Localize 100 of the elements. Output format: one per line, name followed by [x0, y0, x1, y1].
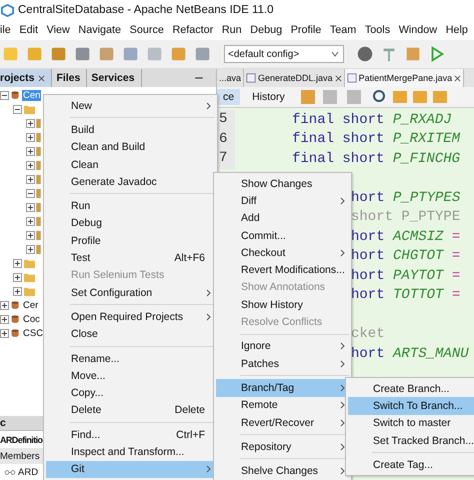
menu-item[interactable]: Revert Modifications... [216, 261, 349, 279]
menu-item[interactable]: Remote [216, 396, 349, 414]
menu-item[interactable]: Close [46, 326, 215, 343]
expand-icon[interactable] [26, 244, 35, 254]
menu-item[interactable]: Clean and Build [46, 138, 215, 156]
config-dropdown[interactable]: <default config> [224, 45, 344, 63]
code-line: final short P_RXITEM [292, 131, 460, 148]
chevron-right-icon [206, 288, 211, 297]
menu-item[interactable]: Inspect and Transform... [46, 443, 215, 461]
expand-icon[interactable] [13, 258, 22, 268]
menu-item[interactable]: Create Branch... [348, 380, 474, 398]
menu-item[interactable]: Set Tracked Branch... [348, 432, 474, 450]
menu-item[interactable]: Show Changes [216, 175, 349, 192]
chevron-right-icon [340, 384, 345, 392]
minimize-icon[interactable] [194, 75, 204, 81]
expand-icon[interactable] [26, 146, 35, 156]
menu-item[interactable]: Commit... [216, 226, 349, 244]
expand-icon[interactable] [0, 300, 9, 310]
expand-icon[interactable] [13, 286, 22, 296]
expand-icon[interactable] [26, 216, 35, 226]
project-name[interactable]: Coc [22, 314, 41, 324]
menu-item[interactable]: Checkout [216, 244, 349, 262]
panel-tab[interactable]: Services [87, 69, 142, 87]
expand-icon[interactable] [26, 202, 35, 212]
expand-icon[interactable] [0, 314, 9, 324]
chevron-right-icon [340, 467, 345, 476]
close-icon[interactable] [38, 74, 46, 82]
expand-icon[interactable] [26, 160, 35, 170]
view-tab[interactable]: History [246, 89, 291, 105]
project-name[interactable]: CSC [22, 328, 44, 338]
expand-icon[interactable] [0, 328, 9, 338]
menu-item[interactable]: Open Required Projects [46, 308, 215, 326]
expand-icon[interactable] [26, 132, 35, 142]
menu-bar-item[interactable]: View [46, 24, 70, 36]
expand-icon[interactable] [26, 118, 35, 128]
menu-item[interactable]: Test Alt+F6 [46, 249, 215, 267]
menu-bar-item[interactable]: Profile [290, 24, 322, 36]
menu-bar-item[interactable]: Source [130, 24, 164, 36]
menu-item[interactable]: Diff [216, 192, 349, 210]
menu-item[interactable]: Add [216, 210, 349, 227]
menu-item[interactable]: Profile [46, 232, 215, 250]
member-name[interactable]: ARD [18, 466, 38, 478]
chevron-right-icon [340, 342, 345, 350]
menu-item[interactable]: Show History [216, 296, 349, 314]
menu-bar-item[interactable]: Tools [364, 24, 390, 36]
code-line: cket [351, 326, 385, 342]
menu-bar-item[interactable]: Run [222, 24, 242, 36]
menu-bar-item[interactable]: Window [398, 24, 438, 36]
view-tab[interactable]: ce [217, 89, 240, 105]
line-number: 7 [217, 149, 235, 168]
menu-bar-item[interactable]: ile [0, 24, 11, 36]
menu-item[interactable]: Run [46, 197, 215, 215]
menu-bar-item[interactable]: Help [446, 24, 468, 36]
chevron-right-icon [206, 102, 211, 110]
collapse-icon[interactable] [13, 104, 22, 114]
collapse-icon[interactable] [0, 90, 9, 100]
editor-tab[interactable]: PatientMergePane.java [344, 69, 464, 87]
menu-item[interactable]: Create Tag... [348, 456, 474, 474]
expand-icon[interactable] [26, 230, 35, 240]
menu-item[interactable]: Ignore [216, 338, 349, 355]
menu-bar-item[interactable]: Team [330, 24, 356, 36]
menu-item[interactable]: Build [46, 121, 215, 139]
menu-bar-item[interactable]: Navigate [78, 24, 122, 36]
panel-tab[interactable]: Files [52, 69, 88, 87]
menu-item[interactable]: Delete Delete [46, 402, 215, 420]
panel-tab[interactable]: c [0, 417, 6, 429]
line-number: 5 [217, 110, 235, 130]
menu-item[interactable]: Rename... [46, 350, 215, 368]
menu-item[interactable]: Generate Javadoc [46, 173, 215, 190]
code-line: hort P_PTYPES [351, 190, 460, 206]
menu-item[interactable]: Set Configuration [46, 284, 215, 302]
menu-item[interactable]: Move... [46, 367, 215, 384]
chevron-right-icon [340, 401, 345, 410]
menu-bar-item[interactable]: Edit [19, 24, 38, 36]
menu-item[interactable]: Debug [46, 214, 215, 232]
code-line: hort ACMSIZ = [351, 228, 460, 245]
code-line: short P_PTYPE [351, 209, 460, 226]
menu-item[interactable]: Find... Ctrl+F [46, 426, 215, 444]
menu-item[interactable]: Repository [216, 438, 349, 456]
expand-icon[interactable] [26, 174, 35, 184]
menu-bar-item[interactable]: Refactor [172, 24, 214, 36]
menu-item[interactable]: Switch to master [348, 414, 474, 432]
menu-item[interactable]: Patches [216, 354, 349, 372]
menu-bar-item[interactable]: Debug [250, 24, 282, 36]
code-line: hort TOTTOT = [351, 287, 460, 304]
close-icon[interactable] [454, 74, 462, 82]
menu-item[interactable]: Copy... [46, 384, 215, 402]
collapse-icon[interactable] [26, 188, 35, 198]
expand-icon[interactable] [13, 272, 22, 282]
menu-item[interactable]: Switch To Branch... [348, 397, 474, 415]
panel-tab[interactable]: rojects [0, 69, 52, 87]
menu-item[interactable]: Revert/Recover [216, 414, 349, 432]
menu-item[interactable]: New [46, 97, 215, 114]
menu-item[interactable]: Clean [46, 156, 215, 174]
project-name[interactable]: Cer [22, 300, 40, 310]
menu-item[interactable]: Git [46, 460, 215, 478]
chevron-right-icon [340, 248, 345, 257]
close-icon[interactable] [334, 74, 342, 82]
chevron-right-icon [206, 312, 211, 321]
menu-item[interactable]: Shelve Changes [216, 462, 349, 480]
